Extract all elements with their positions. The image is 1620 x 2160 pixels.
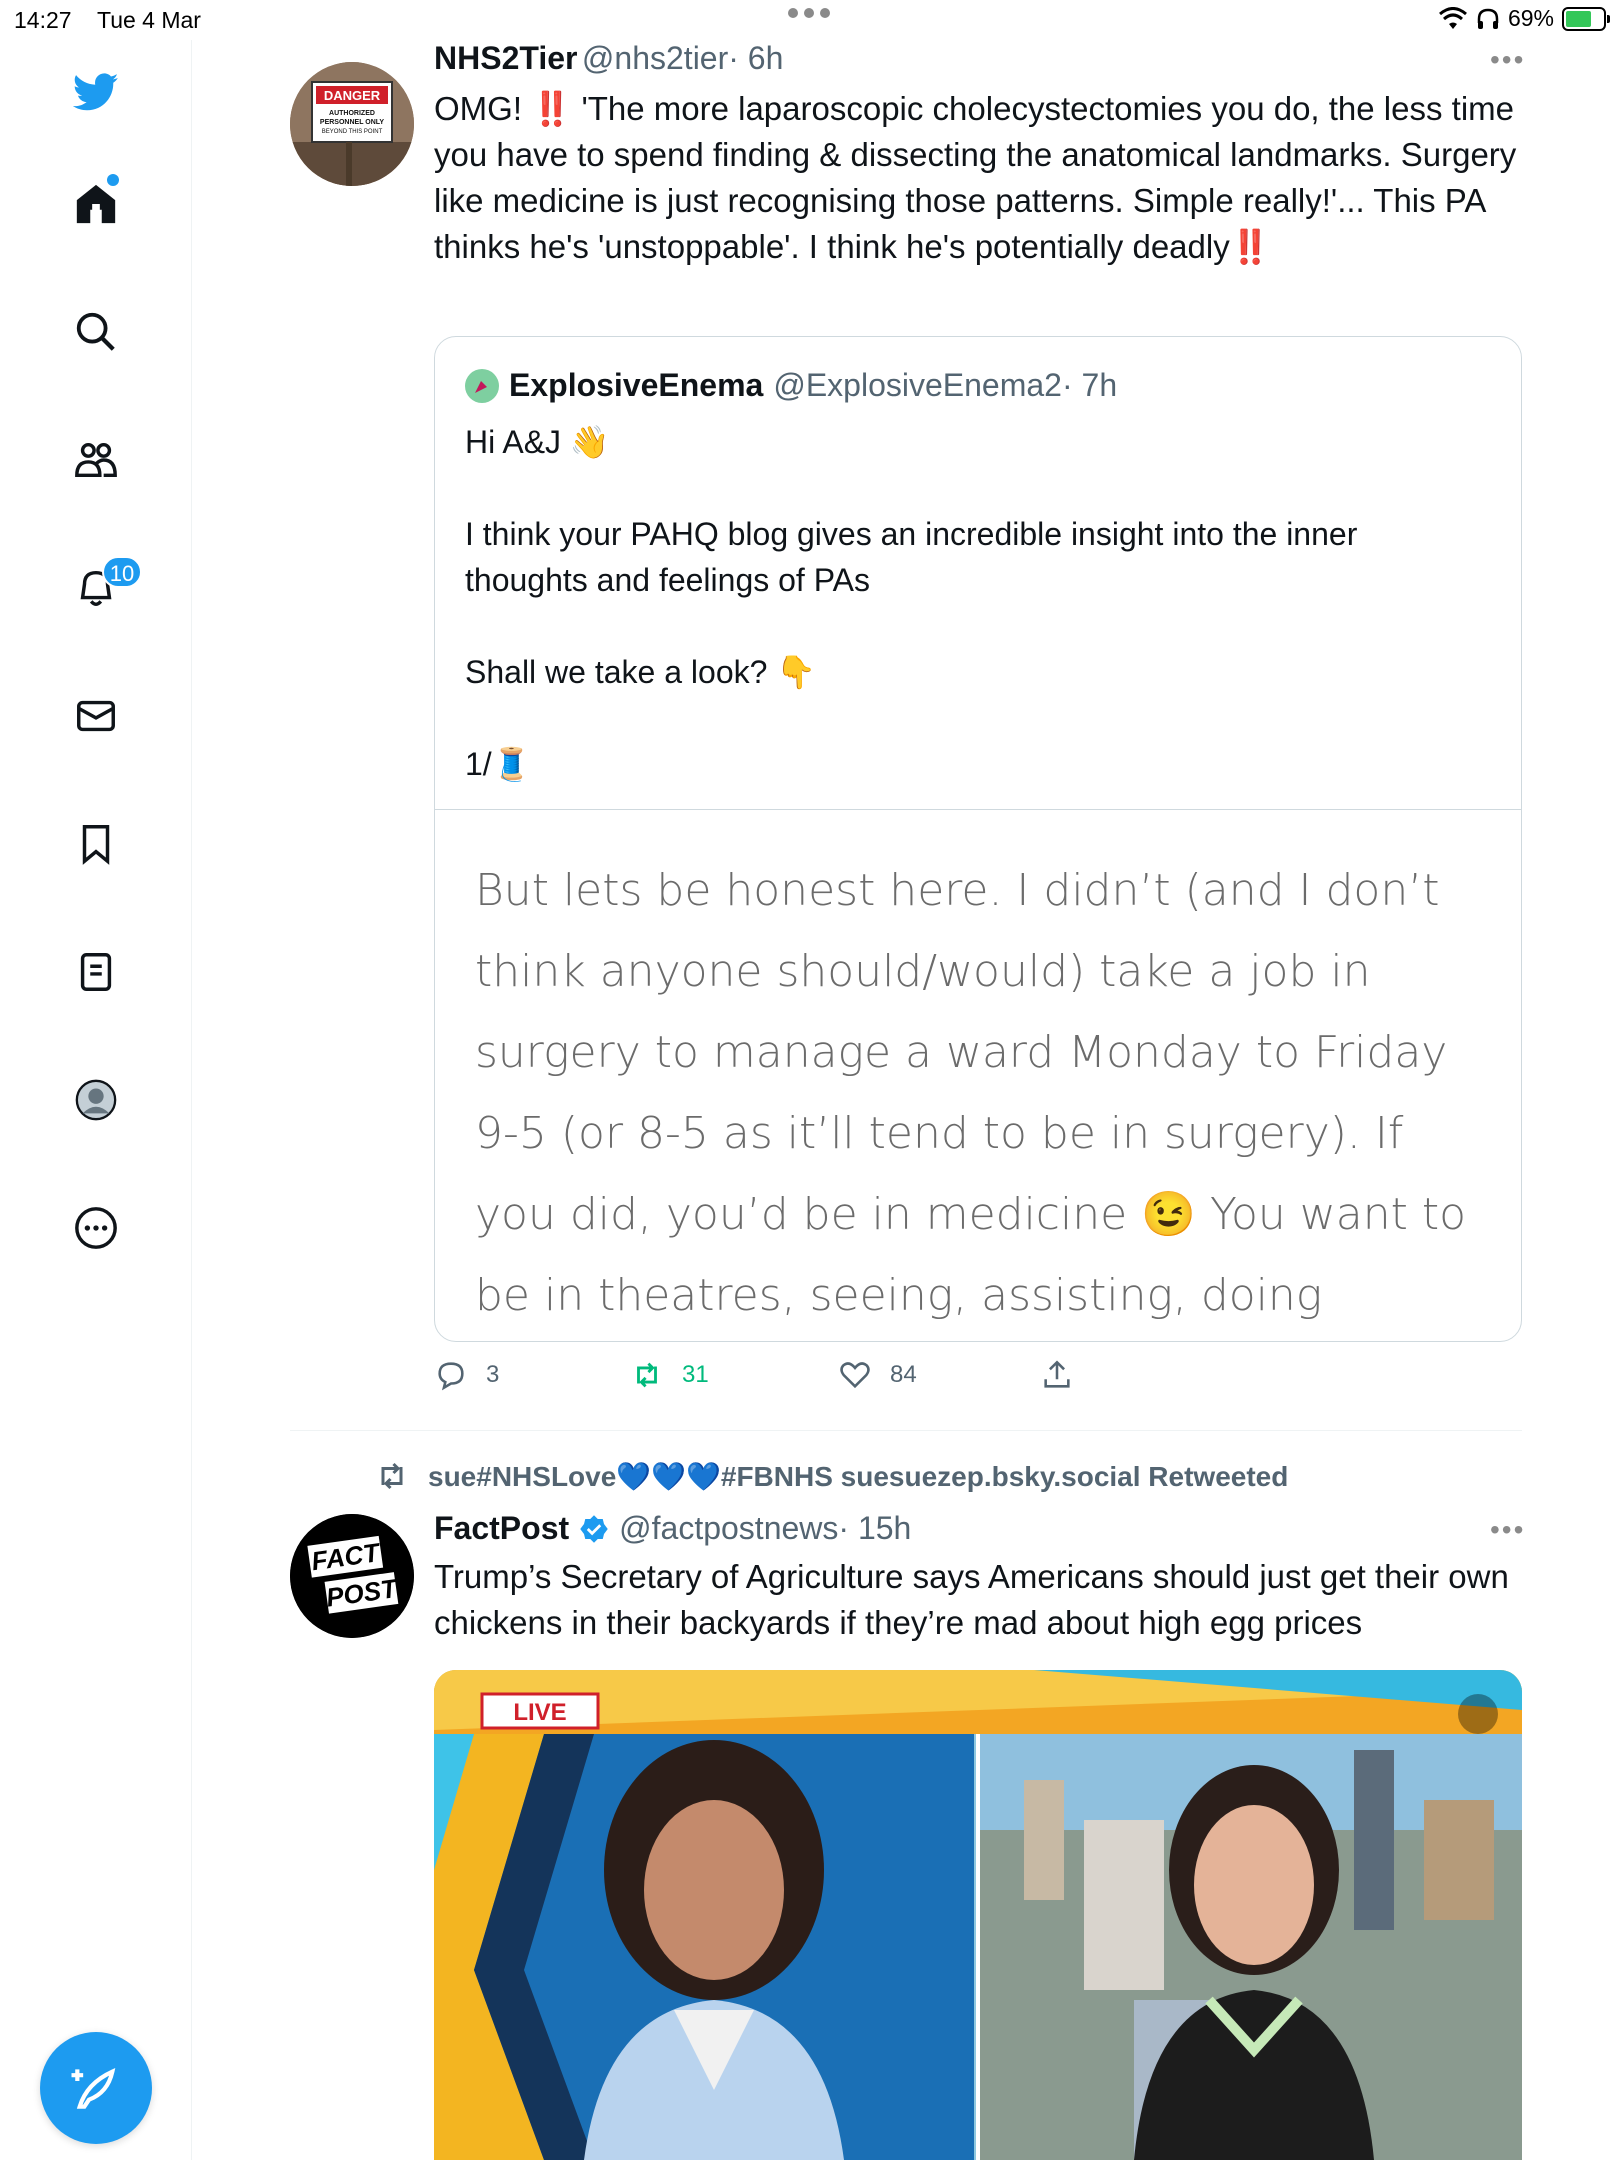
tweet-text: OMG! ‼️ 'The more laparoscopic cholecyst… — [434, 86, 1524, 270]
tweet-more-icon[interactable]: ••• — [1490, 44, 1525, 76]
avatar[interactable]: FACT POST — [290, 1514, 414, 1638]
tweet-divider — [290, 1430, 1522, 1431]
tweet-actions: 3 31 84 — [434, 1358, 1134, 1402]
reply-button[interactable]: 3 — [434, 1358, 499, 1392]
media-settings-icon[interactable] — [1458, 1694, 1498, 1734]
search-icon[interactable] — [70, 306, 122, 358]
live-badge: LIVE — [513, 1699, 566, 1726]
wifi-icon — [1438, 6, 1467, 29]
share-button[interactable] — [1040, 1358, 1074, 1392]
heart-icon — [840, 1362, 870, 1389]
home-icon[interactable] — [70, 178, 122, 230]
status-date: Tue 4 Mar — [97, 7, 201, 33]
more-icon[interactable] — [70, 1202, 122, 1254]
tweet-text-part1: OMG! — [434, 90, 532, 127]
battery-percent: 69% — [1507, 5, 1554, 31]
quote-para4: 1/🧵 — [465, 746, 532, 782]
tweet-time[interactable]: · 6h — [728, 40, 783, 76]
quote-author-name[interactable]: ExplosiveEnema — [509, 367, 763, 404]
headphones-icon — [1477, 8, 1499, 29]
battery-icon — [1562, 6, 1610, 31]
like-button[interactable]: 84 — [838, 1358, 917, 1392]
retweet-icon — [637, 1362, 657, 1388]
author-handle[interactable]: @nhs2tier — [582, 40, 728, 76]
tweet-text: Trump’s Secretary of Agriculture says Am… — [434, 1558, 1509, 1641]
profile-icon[interactable] — [70, 1074, 122, 1126]
retweet-count: 31 — [682, 1361, 709, 1388]
avatar[interactable]: DANGER AUTHORIZED PERSONNEL ONLY BEYOND … — [290, 62, 414, 186]
author-handle[interactable]: @factpostnews· 15h — [619, 1510, 911, 1547]
quote-avatar[interactable] — [465, 368, 499, 403]
author-name[interactable]: NHS2Tier — [434, 40, 577, 76]
status-bar: 14:27 Tue 4 Mar 69% — [0, 0, 1620, 40]
status-time: 14:27 — [14, 7, 72, 33]
status-right: 69% — [1438, 5, 1610, 32]
reply-count: 3 — [486, 1361, 500, 1388]
compose-button[interactable] — [40, 2032, 152, 2144]
multitasking-dots-icon[interactable] — [788, 8, 830, 18]
retweeted-by[interactable]: sue#NHSLove💙💙💙#FBNHS suesuezep.bsky.soci… — [374, 1458, 1288, 1494]
sidebar: 10 — [0, 40, 192, 2160]
quoted-tweet[interactable]: ExplosiveEnema @ExplosiveEnema2· 7h Hi A… — [434, 336, 1522, 1342]
exclamation-emoji-end: ‼️ — [1229, 228, 1271, 265]
tweet-header: NHS2Tier @nhs2tier· 6h — [434, 40, 783, 77]
verified-badge-icon — [580, 1514, 608, 1543]
quote-para2: I think your PAHQ blog gives an incredib… — [465, 516, 1358, 598]
twitter-bird-icon[interactable] — [70, 66, 122, 118]
sign-line2: PERSONNEL ONLY — [320, 119, 385, 126]
quote-para1: Hi A&J 👋 — [465, 424, 610, 460]
quote-image-text: But lets be honest here. I didn’t (and I… — [475, 865, 1467, 1321]
retweet-button[interactable]: 31 — [630, 1358, 709, 1392]
lists-icon[interactable] — [70, 946, 122, 998]
sign-line3: BEYOND THIS POINT — [322, 129, 383, 135]
retweeted-by-text: sue#NHSLove💙💙💙#FBNHS suesuezep.bsky.soci… — [428, 1460, 1289, 1492]
like-count: 84 — [890, 1361, 917, 1388]
tweet-more-icon[interactable]: ••• — [1490, 1514, 1525, 1546]
quote-text: Hi A&J 👋 I think your PAHQ blog gives an… — [465, 419, 1485, 787]
author-name[interactable]: FactPost — [434, 1510, 569, 1547]
messages-icon[interactable] — [70, 690, 122, 742]
share-icon — [1044, 1360, 1070, 1388]
tweet-text-part2: 'The more laparoscopic cholecystectomies… — [434, 90, 1517, 265]
sign-danger-text: DANGER — [324, 88, 381, 103]
quote-header: ExplosiveEnema @ExplosiveEnema2· 7h — [465, 367, 1117, 404]
tweet-header: FactPost @factpostnews· 15h — [434, 1510, 911, 1547]
quote-author-handle[interactable]: @ExplosiveEnema2· 7h — [773, 367, 1117, 404]
exclamation-emoji: ‼️ — [531, 90, 573, 127]
bookmarks-icon[interactable] — [70, 818, 122, 870]
sign-line1: AUTHORIZED — [329, 110, 375, 117]
notifications-badge: 10 — [102, 556, 142, 588]
retweet-icon — [381, 1462, 403, 1490]
quote-image[interactable]: But lets be honest here. I didn’t (and I… — [435, 809, 1521, 1341]
compose-icon — [71, 2068, 116, 2109]
reply-icon — [438, 1362, 464, 1391]
tweet-media-video[interactable]: LIVE — [434, 1670, 1522, 2160]
quote-para3: Shall we take a look? 👇 — [465, 654, 817, 690]
communities-icon[interactable] — [70, 434, 122, 486]
